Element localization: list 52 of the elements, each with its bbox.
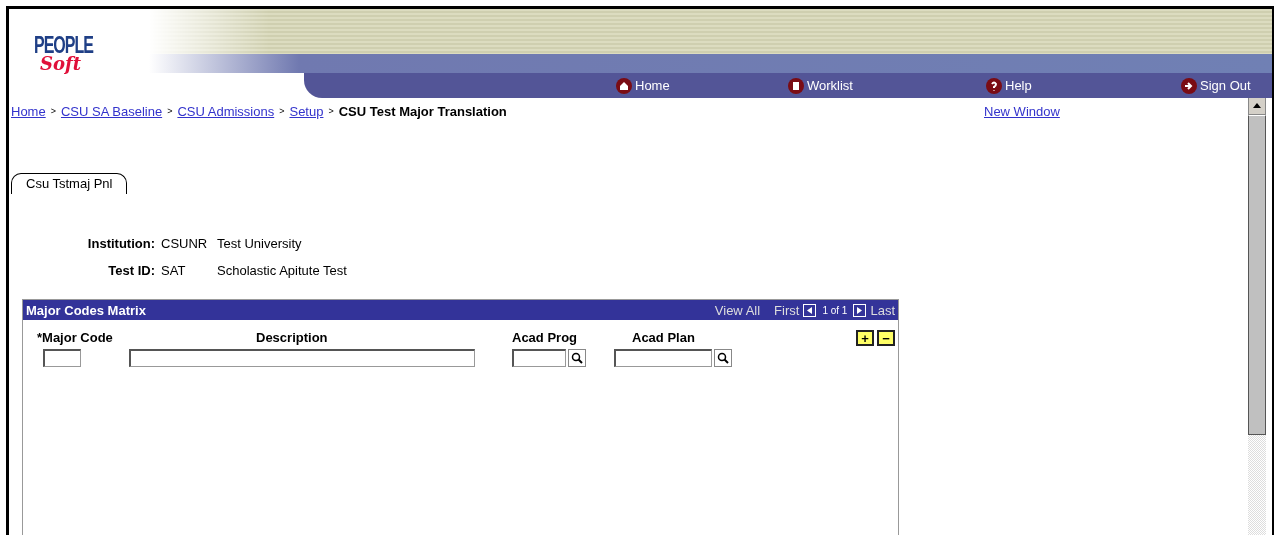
nav-link[interactable]: Home xyxy=(616,77,788,94)
input-field[interactable] xyxy=(129,349,475,367)
first-link[interactable]: First xyxy=(774,302,800,318)
scrollbar[interactable] xyxy=(1248,96,1266,535)
help-icon xyxy=(986,77,1002,94)
column-header: Description xyxy=(256,330,328,345)
field-description: Scholastic Apitute Test xyxy=(217,263,348,278)
breadcrumb-separator: > xyxy=(328,106,334,116)
logo: PEOPLE Soft xyxy=(34,36,93,73)
lookup-button[interactable] xyxy=(714,349,732,367)
page-title: CSU Test Major Translation xyxy=(338,103,507,119)
delete-row-button[interactable]: − xyxy=(877,330,895,346)
previous-button[interactable] xyxy=(803,303,817,317)
input-field[interactable] xyxy=(512,349,566,367)
field-label: Institution: xyxy=(86,236,156,251)
breadcrumb-link[interactable]: Setup xyxy=(289,103,324,119)
next-button[interactable] xyxy=(853,303,867,317)
column-header: Acad Prog xyxy=(512,330,577,345)
breadcrumb-link[interactable]: Home xyxy=(11,103,46,119)
field-code: CSUNR xyxy=(161,236,209,251)
list-icon xyxy=(788,77,804,94)
input-field[interactable] xyxy=(43,349,81,367)
column-header: *Major Code xyxy=(37,330,113,345)
nav-link[interactable]: Sign Out xyxy=(1181,77,1272,94)
new-window-link[interactable]: New Window xyxy=(984,104,1060,119)
input-field[interactable] xyxy=(614,349,712,367)
nav-link[interactable]: Help xyxy=(986,77,1181,94)
up-arrow-icon xyxy=(1253,103,1261,108)
last-link[interactable]: Last xyxy=(870,302,895,318)
field-code: SAT xyxy=(161,263,187,278)
column-header: Acad Plan xyxy=(632,330,695,345)
breadcrumb-separator: > xyxy=(279,106,285,116)
breadcrumb-link[interactable]: CSU SA Baseline xyxy=(60,103,163,119)
lookup-button[interactable] xyxy=(568,349,586,367)
nav-link[interactable]: Worklist xyxy=(788,77,986,94)
arrow-right-icon xyxy=(1181,77,1197,94)
breadcrumb-separator: > xyxy=(167,106,173,116)
breadcrumb-link[interactable]: CSU Admissions xyxy=(177,103,275,119)
view-all-link[interactable]: View All xyxy=(714,302,761,318)
add-row-button[interactable]: + xyxy=(856,330,874,346)
field-label: Test ID: xyxy=(107,263,156,278)
breadcrumb-separator: > xyxy=(50,106,56,116)
left-arrow-icon xyxy=(806,306,814,314)
grid-title: Major Codes Matrix xyxy=(26,302,147,318)
search-icon xyxy=(571,352,583,364)
search-icon xyxy=(717,352,729,364)
scroll-thumb[interactable] xyxy=(1248,115,1266,435)
field-description: Test University xyxy=(217,236,303,251)
tab[interactable]: Csu Tstmaj Pnl xyxy=(11,173,128,194)
house-icon xyxy=(616,77,632,94)
right-arrow-icon xyxy=(856,306,864,314)
row-count: 1 of 1 xyxy=(822,304,848,316)
